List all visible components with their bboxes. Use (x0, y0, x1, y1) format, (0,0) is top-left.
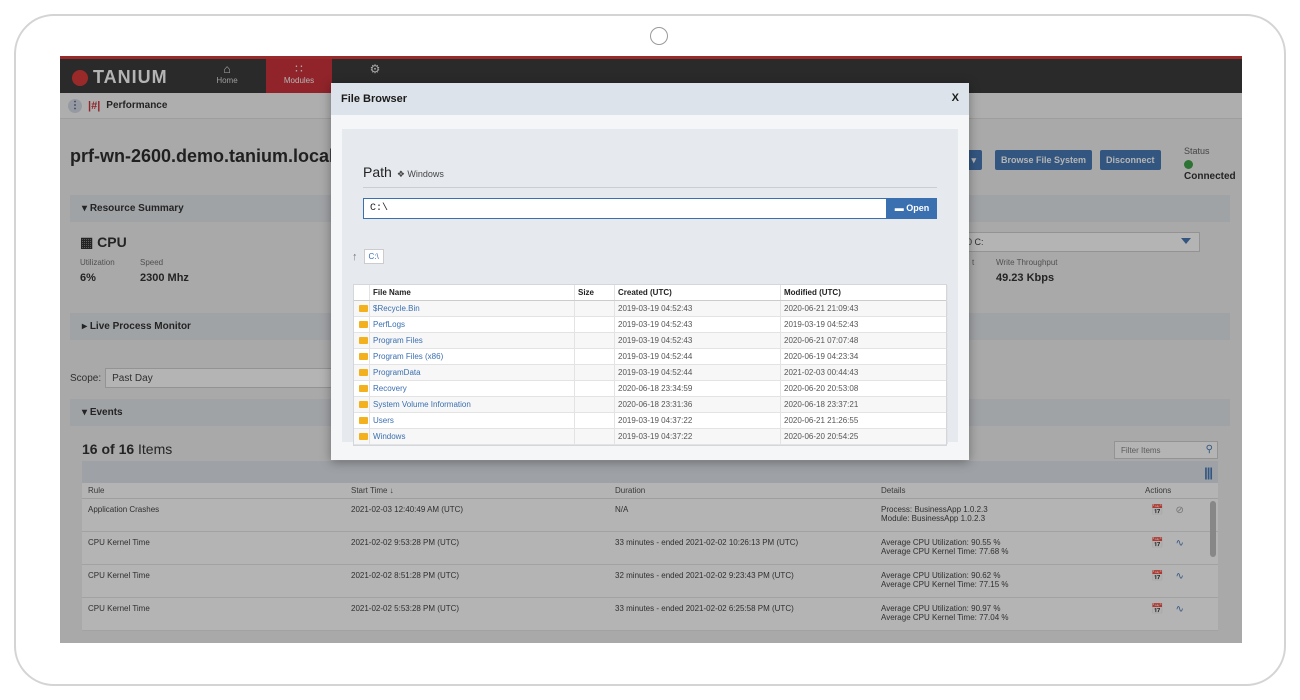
folder-icon-cell (354, 317, 370, 332)
os-text: Windows (407, 169, 444, 179)
arrow-up-icon[interactable]: ↑ (352, 251, 358, 263)
file-created: 2019-03-19 04:52:43 (615, 317, 781, 332)
list-item[interactable]: Program Files (x86) 2019-03-19 04:52:44 20… (354, 349, 948, 365)
file-modified: 2020-06-19 04:23:34 (781, 349, 948, 364)
file-name-link[interactable]: Users (370, 413, 575, 428)
file-size (575, 349, 615, 364)
file-browser-body: Path ❖ Windows C:\ ▬ Open ↑ C:\ File Nam… (342, 129, 958, 446)
file-name-link[interactable]: Program Files (x86) (370, 349, 575, 364)
file-size (575, 301, 615, 316)
modal-header: File Browser X (331, 83, 969, 115)
modal-title: File Browser (341, 93, 408, 105)
file-modified: 2020-06-20 20:53:08 (781, 381, 948, 396)
file-created: 2019-03-19 04:37:22 (615, 413, 781, 428)
file-name-link[interactable]: Program Files (370, 333, 575, 348)
list-item[interactable]: System Volume Information 2020-06-18 23:3… (354, 397, 948, 413)
file-created: 2019-03-19 04:52:44 (615, 349, 781, 364)
col-file-name[interactable]: File Name (370, 285, 575, 300)
file-created: 2019-03-19 04:52:43 (615, 301, 781, 316)
folder-icon (359, 417, 368, 424)
folder-icon (359, 353, 368, 360)
file-modified: 2020-06-21 21:26:55 (781, 413, 948, 428)
folder-icon (359, 369, 368, 376)
camera-icon (650, 27, 668, 45)
file-browser-modal: File Browser X Path ❖ Windows C:\ ▬ Open… (331, 83, 969, 460)
file-modified: 2020-06-18 23:37:21 (781, 397, 948, 412)
file-modified: 2020-06-21 07:07:48 (781, 333, 948, 348)
folder-icon-cell (354, 413, 370, 428)
file-size (575, 365, 615, 380)
file-size (575, 397, 615, 412)
folder-icon-cell (354, 349, 370, 364)
list-item[interactable]: PerfLogs 2019-03-19 04:52:43 2019-03-19 04… (354, 317, 948, 333)
list-item[interactable]: Program Files 2019-03-19 04:52:43 2020-06-… (354, 333, 948, 349)
folder-icon (359, 337, 368, 344)
file-created: 2020-06-18 23:34:59 (615, 381, 781, 396)
file-modified: 2019-03-19 04:52:43 (781, 317, 948, 332)
folder-open-icon: ▬ (894, 203, 904, 213)
folder-icon-cell (354, 381, 370, 396)
file-created: 2019-03-19 04:52:44 (615, 365, 781, 380)
file-created: 2020-06-18 23:31:36 (615, 397, 781, 412)
folder-icon (359, 401, 368, 408)
folder-icon-cell (354, 365, 370, 380)
file-table-header: File Name Size Created (UTC) Modified (U… (354, 285, 948, 301)
folder-icon-cell (354, 301, 370, 316)
folder-icon-cell (354, 429, 370, 444)
col-icon (354, 285, 370, 300)
list-item[interactable]: Users 2019-03-19 04:37:22 2020-06-21 21:26… (354, 413, 948, 429)
file-size (575, 381, 615, 396)
list-item[interactable]: Recovery 2020-06-18 23:34:59 2020-06-20 20… (354, 381, 948, 397)
col-modified[interactable]: Modified (UTC) (781, 285, 948, 300)
col-created[interactable]: Created (UTC) (615, 285, 781, 300)
file-size (575, 429, 615, 444)
file-name-link[interactable]: System Volume Information (370, 397, 575, 412)
windows-icon: ❖ (396, 169, 405, 179)
file-name-link[interactable]: Windows (370, 429, 575, 444)
file-created: 2019-03-19 04:52:43 (615, 333, 781, 348)
app-screen: TANIUM ⌂ Home ∷ Modules ⚙ ⋮ |#| Performa… (60, 56, 1242, 643)
file-modified: 2020-06-20 20:54:25 (781, 429, 948, 444)
path-label: Path (363, 164, 392, 180)
path-input[interactable]: C:\ (363, 198, 887, 219)
file-created: 2019-03-19 04:37:22 (615, 429, 781, 444)
folder-icon-cell (354, 397, 370, 412)
file-modified: 2020-06-21 21:09:43 (781, 301, 948, 316)
file-size (575, 317, 615, 332)
open-button[interactable]: ▬ Open (887, 198, 937, 219)
file-name-link[interactable]: PerfLogs (370, 317, 575, 332)
breadcrumb: ↑ C:\ (352, 249, 384, 264)
breadcrumb-item[interactable]: C:\ (363, 249, 384, 264)
folder-icon-cell (354, 333, 370, 348)
path-heading: Path ❖ Windows (363, 164, 444, 180)
folder-icon (359, 385, 368, 392)
list-item[interactable]: Windows 2019-03-19 04:37:22 2020-06-20 20:… (354, 429, 948, 445)
folder-icon (359, 305, 368, 312)
file-table: File Name Size Created (UTC) Modified (U… (353, 284, 948, 446)
file-modified: 2021-02-03 00:44:43 (781, 365, 948, 380)
file-name-link[interactable]: $Recycle.Bin (370, 301, 575, 316)
list-item[interactable]: ProgramData 2019-03-19 04:52:44 2021-02-03… (354, 365, 948, 381)
file-name-link[interactable]: ProgramData (370, 365, 575, 380)
os-label: ❖ Windows (397, 169, 444, 180)
folder-icon (359, 321, 368, 328)
folder-icon (359, 433, 368, 440)
close-button[interactable]: X (952, 92, 959, 104)
list-item[interactable]: $Recycle.Bin 2019-03-19 04:52:43 2020-06-2… (354, 301, 948, 317)
col-size[interactable]: Size (575, 285, 615, 300)
file-table-rows: $Recycle.Bin 2019-03-19 04:52:43 2020-06-2… (354, 301, 948, 445)
file-size (575, 413, 615, 428)
file-name-link[interactable]: Recovery (370, 381, 575, 396)
path-divider (363, 187, 937, 188)
file-size (575, 333, 615, 348)
open-label: Open (906, 203, 930, 213)
